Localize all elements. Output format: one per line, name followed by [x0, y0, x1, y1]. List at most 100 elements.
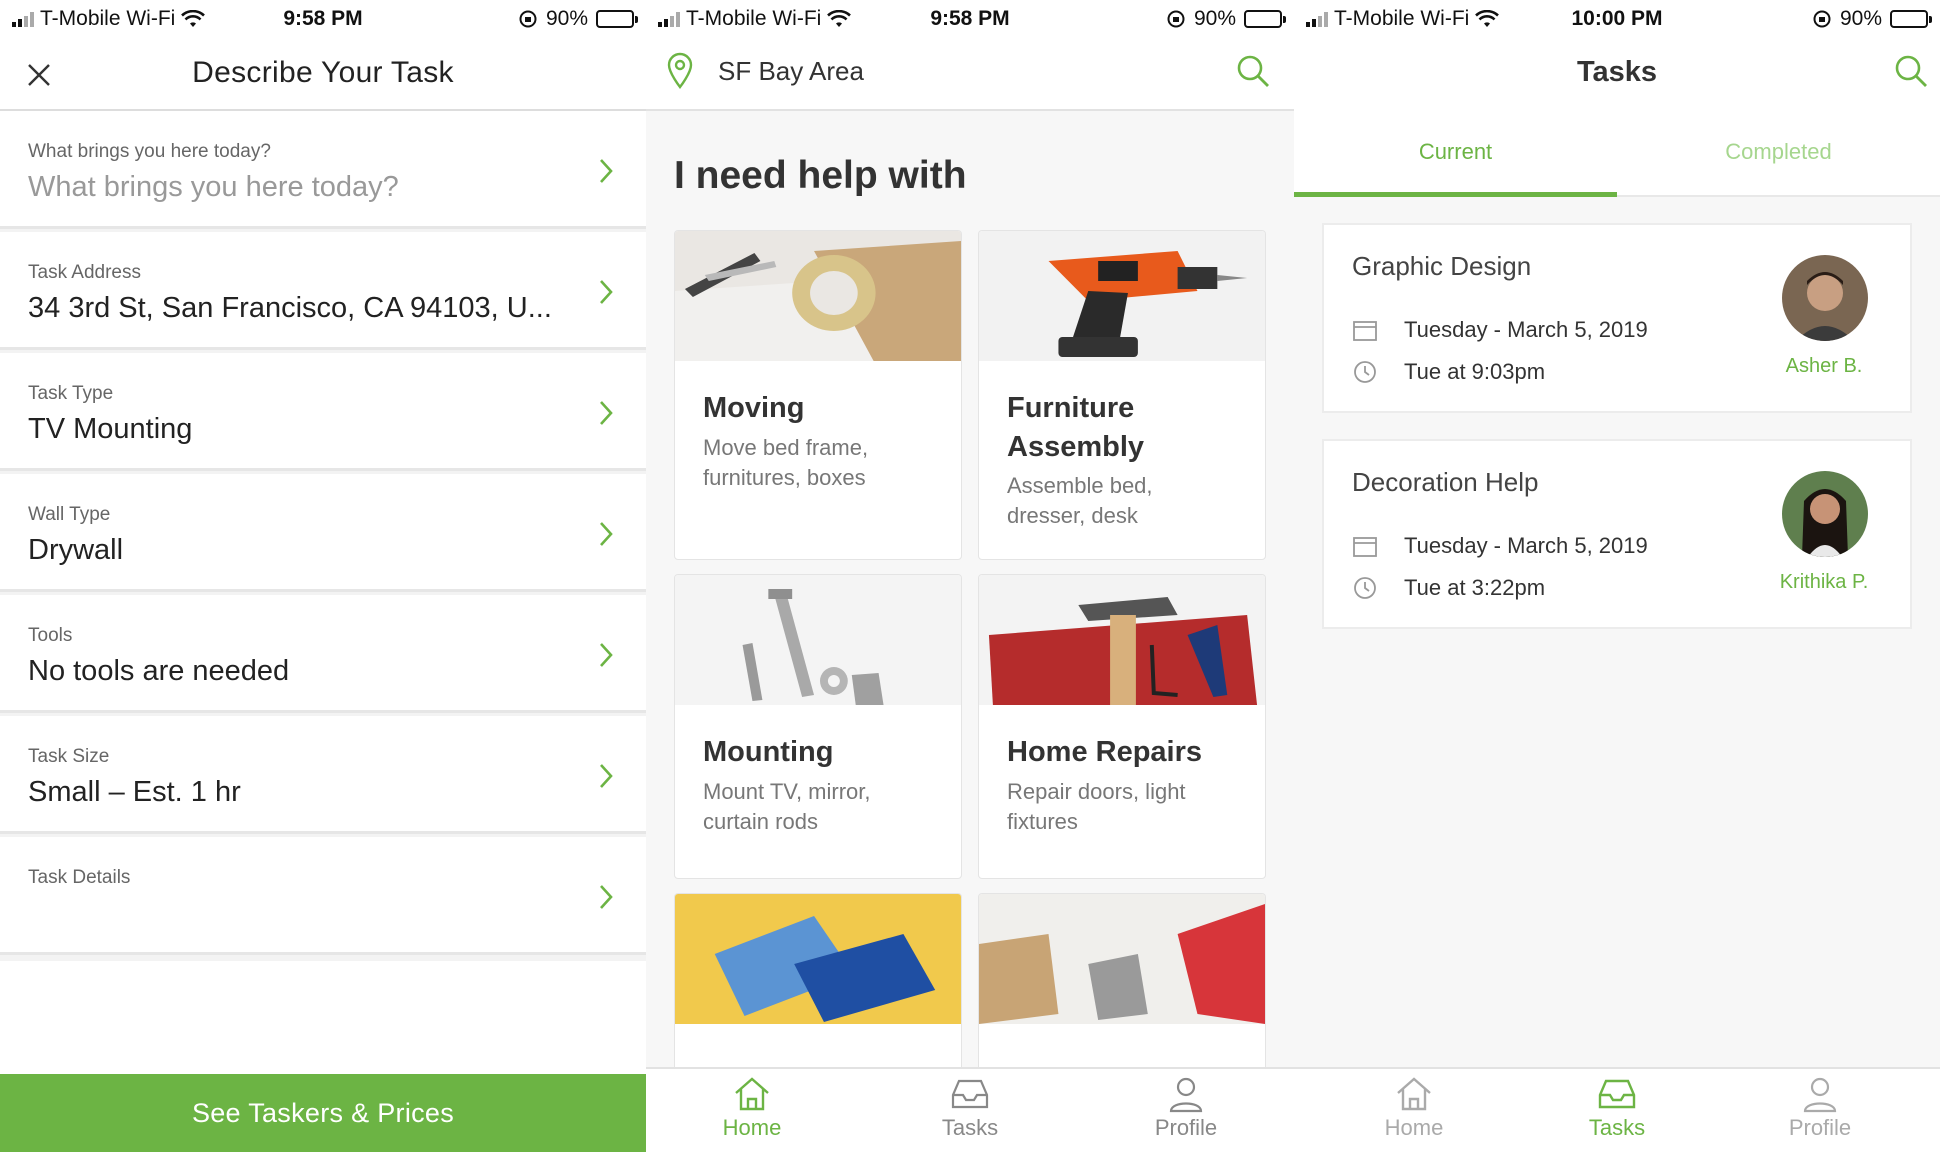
chevron-right-icon	[600, 159, 613, 183]
tab-label: Home	[1384, 1115, 1444, 1140]
task-details-list: What brings you here today? What brings …	[0, 111, 646, 961]
field-label: What brings you here today?	[28, 141, 271, 162]
category-name: Moving	[703, 392, 805, 424]
field-tools[interactable]: Tools No tools are needed	[0, 595, 646, 713]
category-name: Furniture Assembly	[1007, 392, 1145, 463]
field-value: TV Mounting	[28, 413, 193, 445]
battery-percent: 90%	[1193, 7, 1236, 30]
profile-icon	[1803, 1077, 1837, 1113]
sponges-image	[675, 894, 961, 1024]
category-card-winterize[interactable]	[978, 893, 1266, 1093]
field-task-type[interactable]: Task Type TV Mounting	[0, 353, 646, 471]
page-title: Tasks	[1576, 56, 1658, 88]
tab-label: Home	[722, 1115, 782, 1140]
location-selector[interactable]: SF Bay Area	[718, 56, 864, 87]
field-task-size[interactable]: Task Size Small – Est. 1 hr	[0, 716, 646, 834]
tasks-segmented-tabs: Current Completed	[1294, 111, 1940, 197]
tab-current[interactable]: Current	[1294, 139, 1617, 165]
search-icon[interactable]	[1892, 52, 1930, 90]
tab-profile[interactable]: Profile	[1740, 1075, 1900, 1141]
category-card-mounting[interactable]: Mounting Mount TV, mirror, curtain rods	[674, 574, 962, 879]
avatar[interactable]	[1782, 255, 1868, 341]
category-card-furniture-assembly[interactable]: Furniture Assembly Assemble bed, dresser…	[978, 230, 1266, 560]
chevron-right-icon	[600, 885, 613, 909]
wifi-icon	[181, 10, 206, 27]
winter-supplies-image	[979, 894, 1265, 1024]
category-desc: Repair doors, light fixtures	[1007, 779, 1186, 834]
bolts-image	[675, 575, 961, 705]
task-date: Tuesday - March 5, 2019	[1404, 533, 1648, 558]
tab-home[interactable]: Home	[1334, 1075, 1494, 1141]
orientation-lock-icon	[1813, 10, 1831, 28]
tab-label: Tasks	[941, 1115, 999, 1140]
field-value: Small – Est. 1 hr	[28, 776, 241, 808]
task-card[interactable]: Decoration Help Tuesday - March 5, 2019 …	[1322, 439, 1912, 629]
category-desc: Assemble bed, dresser, desk	[1007, 473, 1153, 528]
field-task-details[interactable]: Task Details	[0, 837, 646, 955]
field-label: Wall Type	[28, 504, 111, 525]
tab-completed[interactable]: Completed	[1617, 139, 1940, 165]
tab-label: Tasks	[1588, 1115, 1646, 1140]
signal-icon	[1306, 11, 1328, 27]
chevron-right-icon	[600, 401, 613, 425]
chevron-right-icon	[600, 643, 613, 667]
home-icon	[735, 1077, 769, 1111]
chevron-right-icon	[600, 764, 613, 788]
location-header: SF Bay Area	[646, 38, 1294, 111]
field-label: Task Size	[28, 746, 110, 767]
search-icon[interactable]	[1234, 52, 1272, 90]
battery-icon	[596, 10, 638, 28]
battery-icon	[1890, 10, 1932, 28]
calendar-icon	[1353, 537, 1377, 557]
inbox-icon	[951, 1079, 989, 1109]
tasks-header: Tasks	[1294, 38, 1940, 111]
task-time: Tue at 3:22pm	[1404, 575, 1546, 600]
avatar[interactable]	[1782, 471, 1868, 557]
battery-percent: 90%	[1839, 7, 1882, 30]
see-taskers-button[interactable]: See Taskers & Prices	[0, 1074, 646, 1152]
signal-icon	[658, 11, 680, 27]
toolkit-image	[979, 575, 1265, 705]
signal-icon	[12, 11, 34, 27]
task-date: Tuesday - March 5, 2019	[1404, 317, 1648, 342]
tab-tasks[interactable]: Tasks	[890, 1075, 1050, 1141]
field-label: Tools	[28, 625, 73, 646]
carrier-label: T-Mobile Wi-Fi	[1334, 7, 1470, 30]
section-heading: I need help with	[674, 154, 967, 197]
task-time: Tue at 9:03pm	[1404, 359, 1546, 384]
describe-task-screen: T-Mobile Wi-Fi 9:58 PM 90% Describe Your…	[0, 0, 646, 1152]
chevron-right-icon	[600, 280, 613, 304]
carrier-label: T-Mobile Wi-Fi	[686, 7, 822, 30]
field-task-address[interactable]: Task Address 34 3rd St, San Francisco, C…	[0, 232, 646, 350]
field-reason[interactable]: What brings you here today? What brings …	[0, 111, 646, 229]
battery-percent: 90%	[545, 7, 588, 30]
tab-profile[interactable]: Profile	[1106, 1075, 1266, 1141]
category-card-home-repairs[interactable]: Home Repairs Repair doors, light fixture…	[978, 574, 1266, 879]
task-title: Graphic Design	[1352, 251, 1532, 281]
task-card[interactable]: Graphic Design Tuesday - March 5, 2019 T…	[1322, 223, 1912, 413]
inbox-icon	[1598, 1079, 1636, 1109]
home-icon	[1397, 1077, 1431, 1111]
location-pin-icon	[667, 52, 693, 89]
category-desc: Move bed frame, furnitures, boxes	[703, 435, 869, 490]
category-card-cleaning[interactable]	[674, 893, 962, 1093]
field-wall-type[interactable]: Wall Type Drywall	[0, 474, 646, 592]
task-list: Graphic Design Tuesday - March 5, 2019 T…	[1294, 197, 1940, 1067]
clock-icon	[1354, 361, 1376, 383]
field-value: What brings you here today?	[28, 171, 399, 203]
status-bar: T-Mobile Wi-Fi 10:00 PM 90%	[1294, 0, 1940, 38]
chevron-right-icon	[600, 522, 613, 546]
tab-tasks[interactable]: Tasks	[1537, 1075, 1697, 1141]
describe-header: Describe Your Task	[0, 38, 646, 111]
field-value: No tools are needed	[28, 655, 290, 687]
tasker-name[interactable]: Krithika P.	[1762, 571, 1886, 594]
category-desc: Mount TV, mirror, curtain rods	[703, 779, 871, 834]
field-label: Task Type	[28, 383, 114, 404]
category-name: Mounting	[703, 736, 834, 768]
tasker-name[interactable]: Asher B.	[1762, 355, 1886, 378]
bottom-tab-bar: Home Tasks Profile	[646, 1067, 1294, 1152]
tab-home[interactable]: Home	[672, 1075, 832, 1141]
category-name: Home Repairs	[1007, 736, 1203, 768]
bottom-tab-bar: Home Tasks Profile	[1294, 1067, 1940, 1152]
category-card-moving[interactable]: Moving Move bed frame, furnitures, boxes	[674, 230, 962, 560]
